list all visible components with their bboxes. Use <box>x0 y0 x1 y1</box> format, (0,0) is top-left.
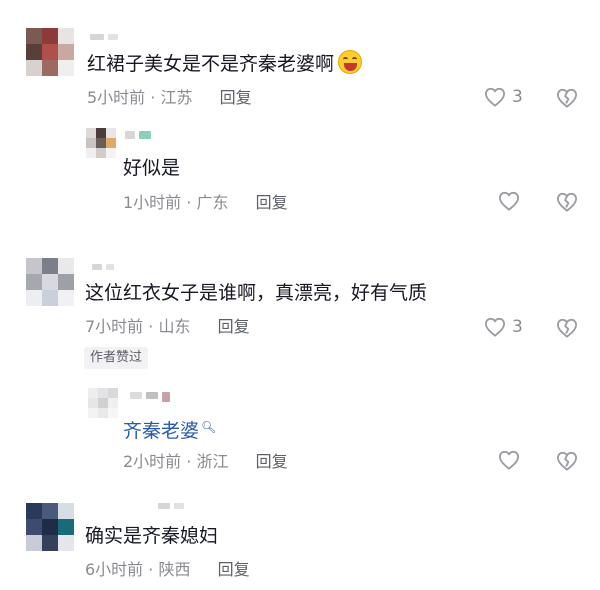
comment-location: 广东 <box>196 193 229 212</box>
comment-time: 2小时前 <box>123 452 182 471</box>
laughing-emoji-icon <box>338 50 363 74</box>
comment-location: 山东 <box>158 317 191 336</box>
author-liked-badge: 作者赞过 <box>84 347 149 369</box>
reply-button[interactable]: 回复 <box>220 88 252 107</box>
avatar[interactable] <box>26 28 74 76</box>
dislike-button[interactable] <box>556 192 578 212</box>
reply-button[interactable]: 回复 <box>218 317 250 336</box>
reply-text: 好似是 <box>123 157 181 179</box>
comment-text: 确实是齐秦媳妇 <box>85 525 219 547</box>
like-button[interactable]: 3 <box>484 317 523 337</box>
username-blurred[interactable] <box>92 264 114 270</box>
reply-button[interactable]: 回复 <box>256 452 288 471</box>
comment-location: 江苏 <box>160 88 193 107</box>
like-count: 3 <box>512 87 523 107</box>
username-blurred[interactable] <box>130 392 170 402</box>
comment-text: 这位红衣女子是谁啊，真漂亮，好有气质 <box>85 282 428 304</box>
username-blurred[interactable] <box>158 503 184 509</box>
like-button[interactable] <box>498 450 520 470</box>
like-button[interactable] <box>498 191 520 211</box>
username-blurred[interactable] <box>125 131 151 139</box>
dislike-button[interactable] <box>556 451 578 471</box>
heart-icon <box>484 317 506 337</box>
dislike-button[interactable] <box>556 88 578 108</box>
mention-link[interactable]: 齐秦老婆 🔍︎ <box>123 420 216 442</box>
comment-meta: 5小时前 · 江苏 回复 <box>87 88 252 107</box>
comment-meta: 6小时前 · 陕西 回复 <box>85 560 250 579</box>
avatar[interactable] <box>26 503 74 551</box>
comment-location: 陕西 <box>158 560 191 579</box>
search-icon: 🔍︎ <box>201 420 217 434</box>
comment-meta: 2小时前 · 浙江 回复 <box>123 452 288 471</box>
avatar[interactable] <box>86 128 116 158</box>
comment-time: 6小时前 <box>85 560 144 579</box>
heart-icon <box>498 450 520 470</box>
avatar[interactable] <box>26 258 74 306</box>
comment-meta: 7小时前 · 山东 回复 <box>85 317 250 336</box>
dislike-button[interactable] <box>556 318 578 338</box>
avatar[interactable] <box>88 388 118 418</box>
like-count: 3 <box>512 317 523 337</box>
username-blurred[interactable] <box>90 34 118 40</box>
comment-location: 浙江 <box>196 452 229 471</box>
comment-text: 红裙子美女是不是齐秦老婆啊 <box>87 50 363 77</box>
heart-icon <box>498 191 520 211</box>
reply-button[interactable]: 回复 <box>218 560 250 579</box>
heart-icon <box>484 87 506 107</box>
reply-button[interactable]: 回复 <box>256 193 288 212</box>
comment-time: 1小时前 <box>123 193 182 212</box>
like-button[interactable]: 3 <box>484 87 523 107</box>
reply-text: 齐秦老婆 🔍︎ <box>123 414 216 444</box>
comment-time: 5小时前 <box>87 88 146 107</box>
comment-time: 7小时前 <box>85 317 144 336</box>
comment-meta: 1小时前 · 广东 回复 <box>123 193 288 212</box>
